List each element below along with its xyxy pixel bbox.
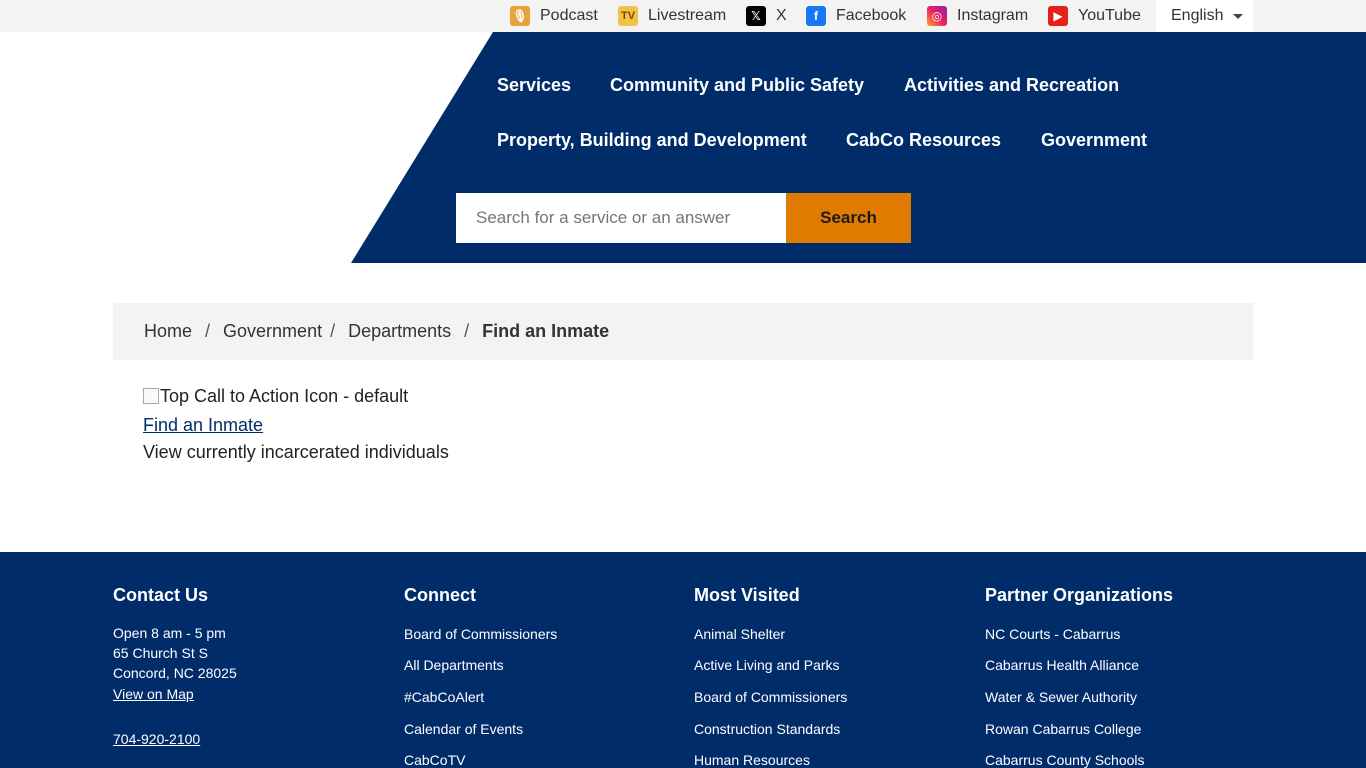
- instagram-icon: ◎: [927, 6, 947, 26]
- footer-link[interactable]: #CabCoAlert: [404, 689, 484, 705]
- footer-link[interactable]: Rowan Cabarrus College: [985, 721, 1141, 737]
- footer-link[interactable]: Cabarrus County Schools: [985, 752, 1145, 768]
- breadcrumb-departments[interactable]: Departments: [348, 321, 451, 342]
- footer-link[interactable]: Cabarrus Health Alliance: [985, 657, 1139, 673]
- breadcrumb-home[interactable]: Home: [144, 321, 192, 342]
- footer-link[interactable]: Active Living and Parks: [694, 657, 840, 673]
- facebook-link[interactable]: f Facebook: [806, 0, 906, 32]
- footer-link[interactable]: Calendar of Events: [404, 721, 523, 737]
- facebook-label: Facebook: [836, 7, 907, 24]
- cta-description: View currently incarcerated individuals: [143, 442, 449, 462]
- nav-cabco-resources[interactable]: CabCo Resources: [846, 130, 1001, 151]
- footer-link[interactable]: Construction Standards: [694, 721, 840, 737]
- livestream-link[interactable]: TV Livestream: [618, 0, 726, 32]
- search-input[interactable]: [456, 193, 786, 243]
- footer: Contact Us Open 8 am - 5 pm 65 Church St…: [0, 552, 1366, 768]
- footer-contact-heading: Contact Us: [113, 585, 209, 605]
- livestream-icon: TV: [618, 6, 638, 26]
- nav-community-public-safety[interactable]: Community and Public Safety: [610, 75, 864, 96]
- footer-partners-heading: Partner Organizations: [985, 585, 1174, 605]
- footer-link[interactable]: Board of Commissioners: [694, 689, 847, 705]
- youtube-link[interactable]: ▶ YouTube: [1048, 0, 1141, 32]
- nav-services[interactable]: Services: [497, 75, 571, 96]
- view-on-map-link[interactable]: View on Map: [113, 686, 194, 702]
- footer-link[interactable]: Water & Sewer Authority: [985, 689, 1137, 705]
- cta-image-placeholder: Top Call to Action Icon - default: [143, 386, 408, 407]
- contact-street: 65 Church St S: [113, 645, 208, 661]
- nav-government[interactable]: Government: [1041, 130, 1147, 151]
- phone-link[interactable]: 704-920-2100: [113, 731, 200, 747]
- breadcrumb-current: Find an Inmate: [482, 321, 610, 341]
- nav-property-building-development[interactable]: Property, Building and Development: [497, 130, 807, 151]
- chevron-down-icon: [1233, 13, 1244, 19]
- footer-most-visited-heading: Most Visited: [694, 585, 800, 605]
- breadcrumb-separator: /: [330, 321, 336, 341]
- cta-image-alt: Top Call to Action Icon - default: [160, 386, 409, 406]
- search-button[interactable]: Search: [786, 193, 911, 243]
- youtube-label: YouTube: [1078, 7, 1141, 24]
- footer-link[interactable]: Human Resources: [694, 752, 810, 768]
- facebook-icon: f: [806, 6, 826, 26]
- youtube-icon: ▶: [1048, 6, 1068, 26]
- podcast-label: Podcast: [540, 7, 598, 24]
- utility-bar: 🎙 Podcast TV Livestream 𝕏 X f Facebook ◎…: [0, 0, 1366, 32]
- language-select[interactable]: English: [1156, 0, 1253, 32]
- footer-connect-heading: Connect: [404, 585, 476, 605]
- find-inmate-link[interactable]: Find an Inmate: [143, 415, 263, 436]
- podcast-link[interactable]: 🎙 Podcast: [510, 0, 598, 32]
- breadcrumb: Home / Government / Departments / Find a…: [113, 303, 1253, 360]
- breadcrumb-separator: /: [464, 321, 470, 341]
- nav-activities-recreation[interactable]: Activities and Recreation: [904, 75, 1119, 96]
- livestream-label: Livestream: [648, 7, 727, 24]
- x-label: X: [776, 7, 787, 24]
- podcast-icon: 🎙: [510, 6, 530, 26]
- language-label: English: [1171, 7, 1224, 24]
- footer-link[interactable]: Animal Shelter: [694, 626, 785, 642]
- breadcrumb-separator: /: [205, 321, 211, 341]
- contact-hours: Open 8 am - 5 pm: [113, 625, 226, 641]
- breadcrumb-government[interactable]: Government: [223, 321, 322, 342]
- footer-link[interactable]: CabCoTV: [404, 752, 465, 768]
- instagram-link[interactable]: ◎ Instagram: [927, 0, 1028, 32]
- broken-image-icon: [143, 388, 159, 404]
- contact-city: Concord, NC 28025: [113, 665, 237, 681]
- footer-link[interactable]: Board of Commissioners: [404, 626, 557, 642]
- footer-link[interactable]: NC Courts - Cabarrus: [985, 626, 1120, 642]
- x-link[interactable]: 𝕏 X: [746, 0, 787, 32]
- instagram-label: Instagram: [957, 7, 1029, 24]
- x-icon: 𝕏: [746, 6, 766, 26]
- footer-link[interactable]: All Departments: [404, 657, 504, 673]
